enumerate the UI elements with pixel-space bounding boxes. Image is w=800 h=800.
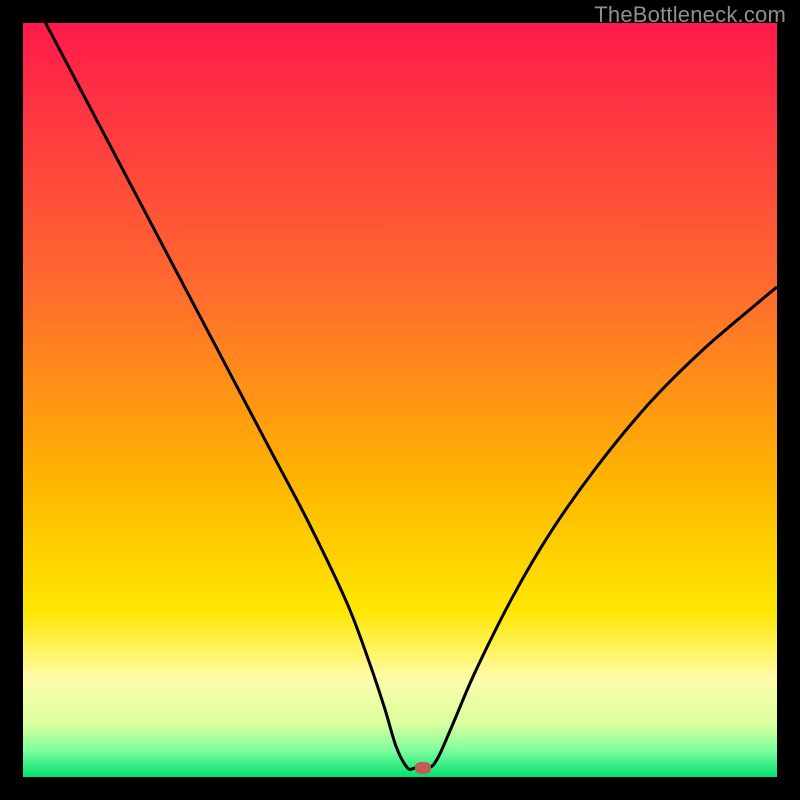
bottleneck-curve [23, 23, 777, 777]
watermark-label: TheBottleneck.com [594, 2, 786, 28]
bottleneck-curve-path [46, 23, 777, 770]
optimum-marker [415, 762, 431, 774]
plot-area [23, 23, 777, 777]
outer-frame: TheBottleneck.com [0, 0, 800, 800]
